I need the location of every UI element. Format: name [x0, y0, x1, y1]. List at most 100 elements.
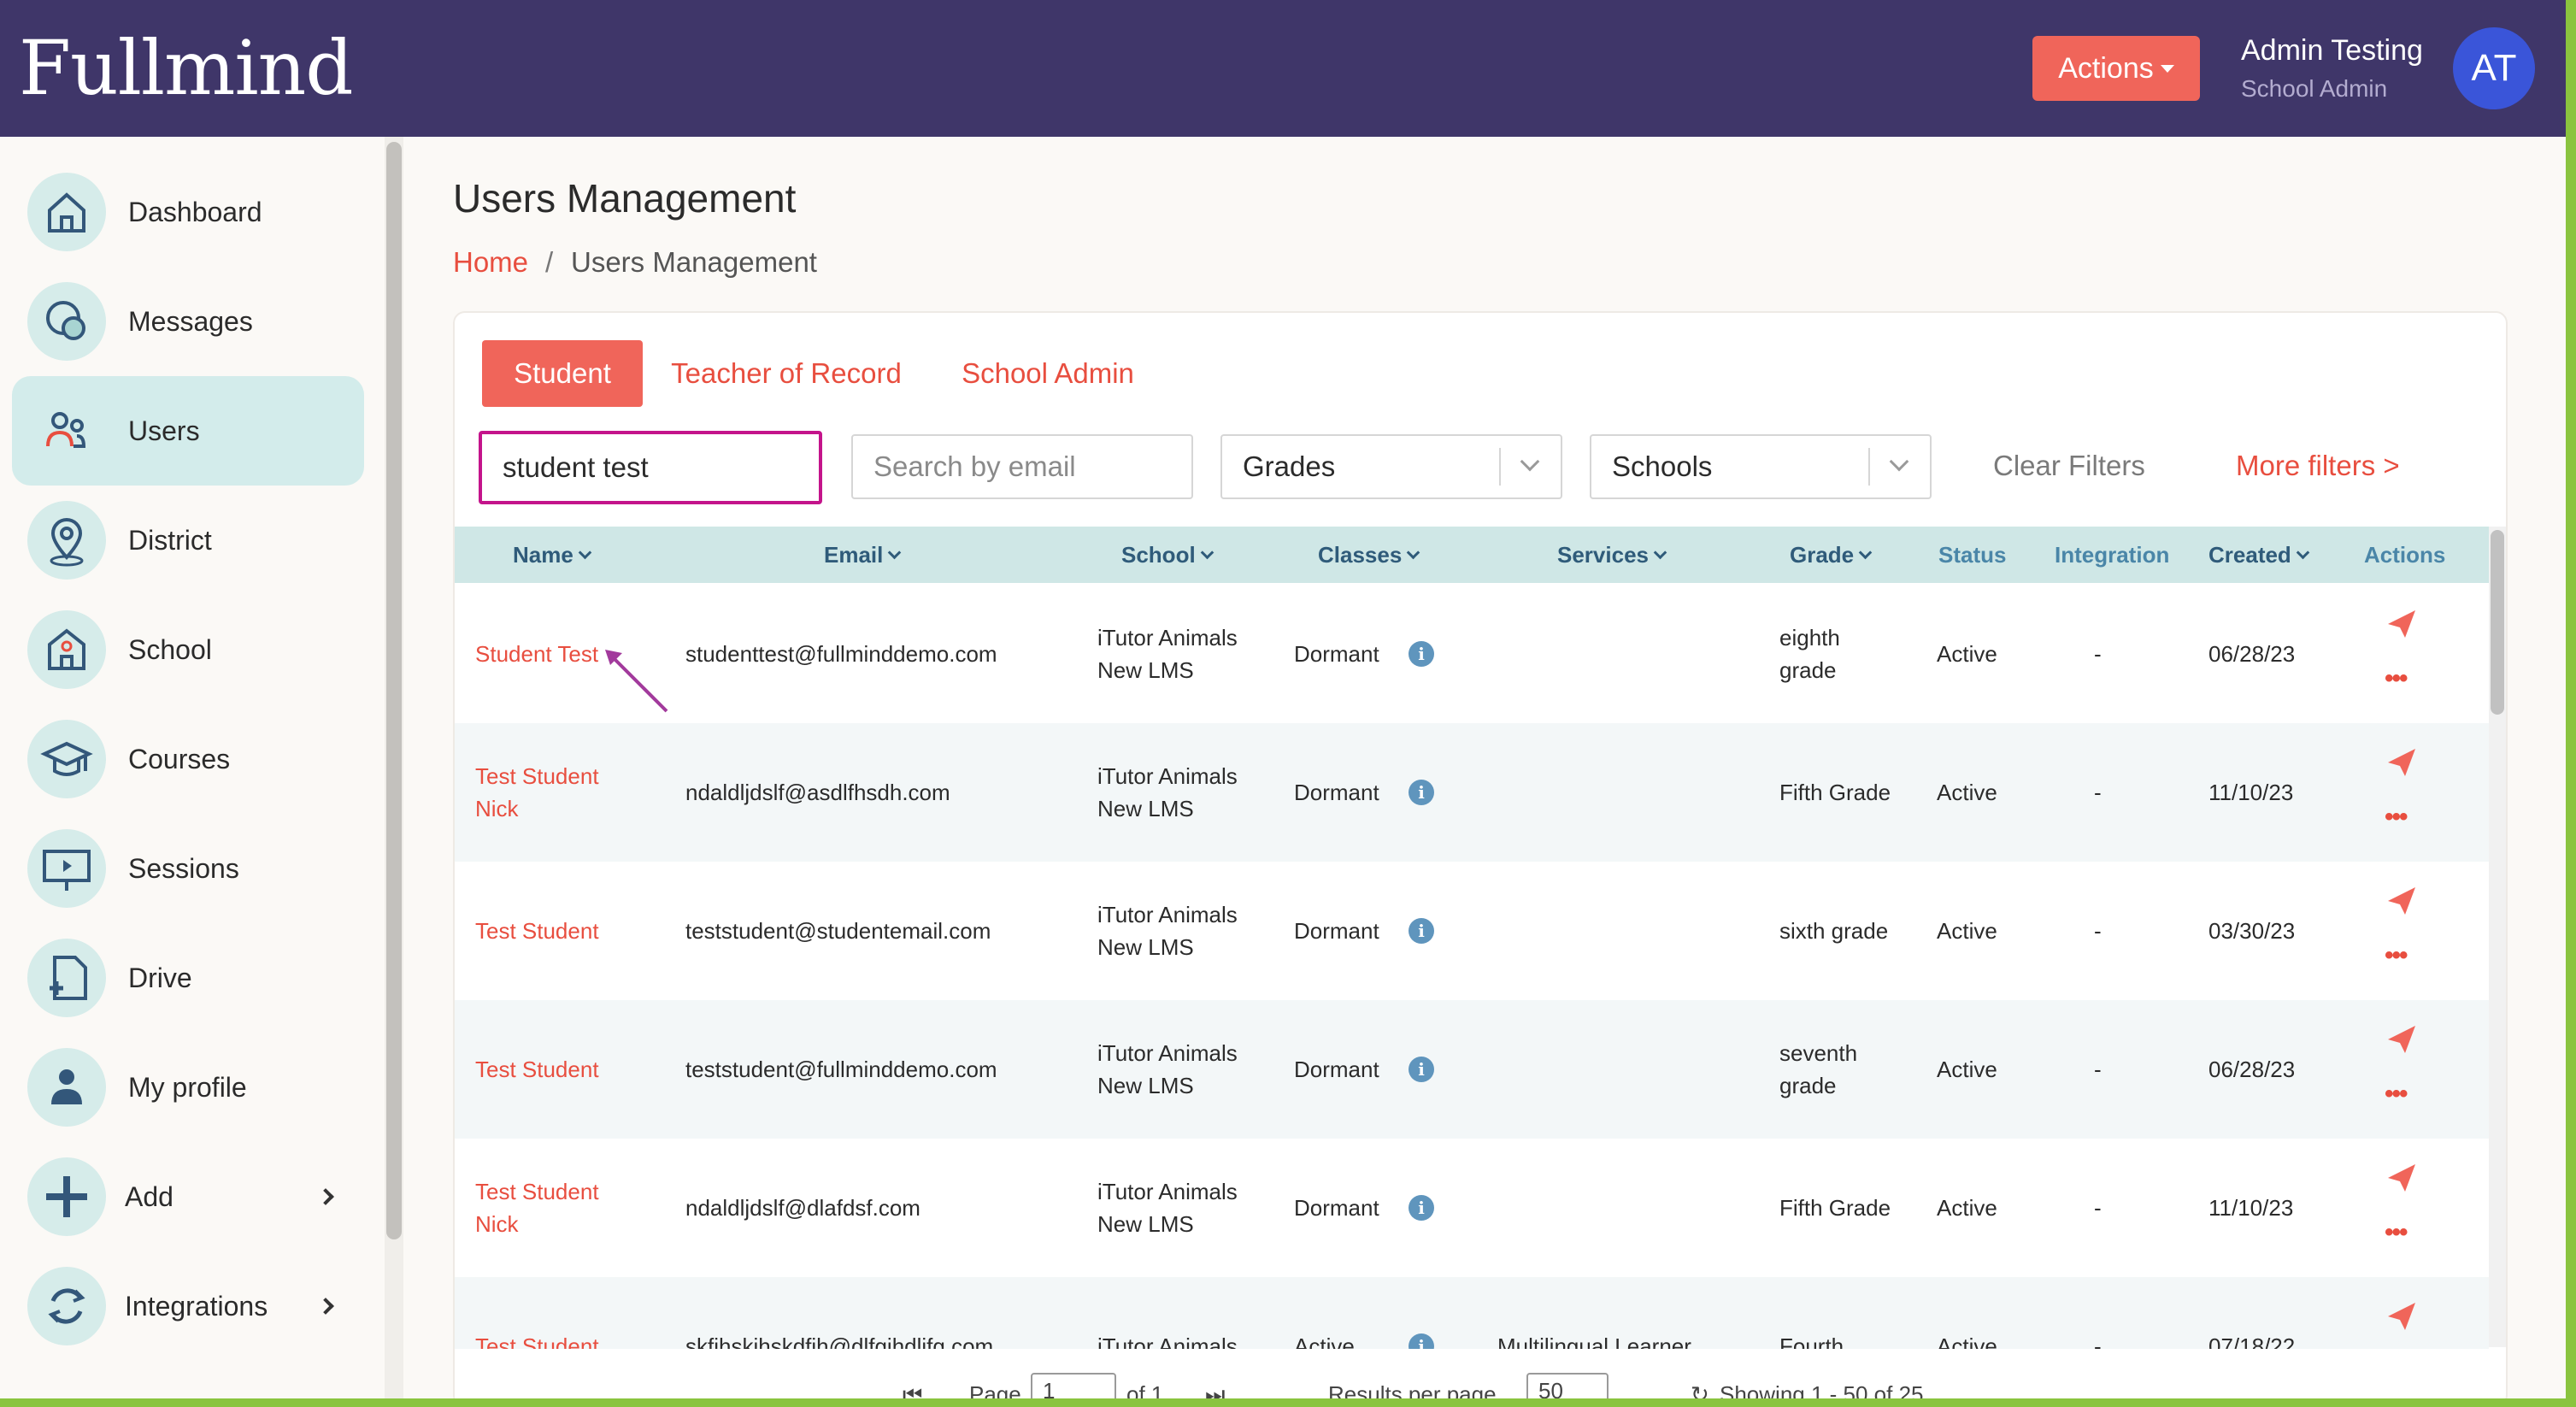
table-scrollbar-thumb[interactable] [2491, 530, 2504, 715]
sort-chevron-icon [2296, 545, 2310, 560]
column-header-label: Classes [1318, 542, 1403, 568]
status-cell: Active [1937, 641, 1997, 667]
sidebar-item-drive[interactable]: Drive [12, 923, 364, 1033]
annotation-arrow-icon [605, 650, 668, 713]
sidebar-item-add[interactable]: Add [12, 1142, 364, 1251]
window-border [0, 1398, 2576, 1407]
column-header-name[interactable]: Name [513, 542, 592, 568]
status-cell: Active [1937, 1057, 1997, 1082]
tab-teacher-of-record[interactable]: Teacher of Record [658, 340, 915, 407]
student-name-link[interactable]: Test Student Nick [475, 760, 599, 825]
column-header-label: Email [824, 542, 884, 568]
school-icon [27, 610, 106, 689]
logo[interactable]: Fullmind [19, 24, 354, 112]
send-icon[interactable] [2385, 1161, 2419, 1195]
created-cell: 03/30/23 [2208, 918, 2296, 944]
school-cell: iTutor Animals New LMS [1097, 1040, 1238, 1098]
student-name-link[interactable]: Test Student Nick [475, 1175, 599, 1240]
column-header-classes[interactable]: Classes [1318, 542, 1420, 568]
more-options-icon[interactable]: ••• [2385, 1220, 2408, 1245]
sidebar-item-messages[interactable]: Messages [12, 267, 364, 376]
page-title: Users Management [453, 176, 797, 221]
sidebar-item-label: Courses [128, 743, 231, 774]
status-cell: Active [1937, 780, 1997, 805]
created-cell: 06/28/23 [2208, 1057, 2296, 1082]
column-header-label: Grade [1790, 542, 1855, 568]
sidebar-item-integrations[interactable]: Integrations [12, 1251, 364, 1361]
sidebar-item-label: My profile [128, 1071, 247, 1103]
sidebar-item-district[interactable]: District [12, 486, 364, 595]
sort-chevron-icon [888, 545, 902, 560]
actions-label: Actions [2058, 51, 2154, 85]
actions-dropdown-button[interactable]: Actions [2032, 36, 2200, 101]
sidebar-item-label: Integrations [125, 1290, 268, 1322]
send-icon[interactable] [2385, 607, 2419, 641]
created-cell: 11/10/23 [2208, 1195, 2294, 1221]
chevron-down-icon [1889, 451, 1909, 472]
send-icon[interactable] [2385, 1299, 2419, 1333]
schools-select[interactable]: Schools [1590, 434, 1932, 499]
grade-cell: sixth grade [1779, 918, 1889, 944]
classes-cell: Dormant [1294, 641, 1379, 667]
breadcrumb-separator: / [545, 246, 554, 278]
column-header-school[interactable]: School [1121, 542, 1214, 568]
chevron-down-icon [1520, 451, 1540, 472]
sidebar-item-label: Users [128, 415, 200, 446]
sidebar-item-school[interactable]: School [12, 595, 364, 704]
sidebar-item-label: Dashboard [128, 196, 262, 227]
column-header-status: Status [1938, 542, 2007, 568]
column-header-email[interactable]: Email [824, 542, 902, 568]
tab-student[interactable]: Student [482, 340, 643, 407]
column-header-created[interactable]: Created [2208, 542, 2310, 568]
schools-select-label: Schools [1612, 450, 1713, 482]
email-cell: ndaldljdslf@dlafdsf.com [685, 1195, 920, 1221]
email-cell: ndaldljdslf@asdlfhsdh.com [685, 780, 950, 805]
sidebar-item-sessions[interactable]: Sessions [12, 814, 364, 923]
column-header-actions: Actions [2364, 542, 2446, 568]
student-name-link[interactable]: Student Test [475, 638, 598, 670]
more-options-icon[interactable]: ••• [2385, 1081, 2408, 1107]
info-icon[interactable]: i [1409, 1057, 1434, 1082]
more-options-icon[interactable]: ••• [2385, 804, 2408, 830]
info-icon[interactable]: i [1409, 641, 1434, 667]
info-icon[interactable]: i [1409, 918, 1434, 944]
send-icon[interactable] [2385, 1022, 2419, 1057]
column-header-services[interactable]: Services [1557, 542, 1667, 568]
sidebar-scrollbar-thumb[interactable] [386, 142, 402, 1239]
person-icon [27, 1048, 106, 1127]
file-add-icon [27, 939, 106, 1017]
info-icon[interactable]: i [1409, 1195, 1434, 1221]
sidebar-item-my-profile[interactable]: My profile [12, 1033, 364, 1142]
more-options-icon[interactable]: ••• [2385, 666, 2408, 692]
student-name-link[interactable]: Test Student [475, 915, 599, 947]
more-filters-link[interactable]: More filters > [2236, 450, 2400, 482]
users-icon [27, 391, 106, 470]
send-icon[interactable] [2385, 745, 2419, 780]
avatar[interactable]: AT [2453, 27, 2535, 109]
send-icon[interactable] [2385, 884, 2419, 918]
breadcrumb-home-link[interactable]: Home [453, 246, 528, 279]
sidebar-item-dashboard[interactable]: Dashboard [12, 157, 364, 267]
user-name: Admin Testing [2241, 34, 2423, 67]
caret-down-icon [2160, 64, 2174, 73]
grades-select[interactable]: Grades [1220, 434, 1562, 499]
school-cell: iTutor Animals New LMS [1097, 625, 1238, 683]
email-search-input[interactable]: Search by email [851, 434, 1193, 499]
status-cell: Active [1937, 918, 1997, 944]
tab-school-admin[interactable]: School Admin [945, 340, 1150, 407]
grade-cell: Fifth Grade [1779, 1195, 1891, 1221]
grade-cell: Fifth Grade [1779, 780, 1891, 805]
sidebar-item-label: School [128, 633, 212, 665]
sidebar-item-users[interactable]: Users [12, 376, 364, 486]
integration-cell: - [2094, 1057, 2102, 1082]
sort-chevron-icon [578, 545, 592, 560]
column-header-grade[interactable]: Grade [1790, 542, 1873, 568]
sidebar-item-courses[interactable]: Courses [12, 704, 364, 814]
more-options-icon[interactable]: ••• [2385, 943, 2408, 968]
name-search-input[interactable]: student test [479, 431, 822, 504]
clear-filters-button[interactable]: Clear Filters [1993, 450, 2145, 482]
window-border [2566, 0, 2576, 1407]
student-name-link[interactable]: Test Student [475, 1053, 599, 1086]
info-icon[interactable]: i [1409, 780, 1434, 805]
school-cell: iTutor Animals New LMS [1097, 902, 1238, 960]
